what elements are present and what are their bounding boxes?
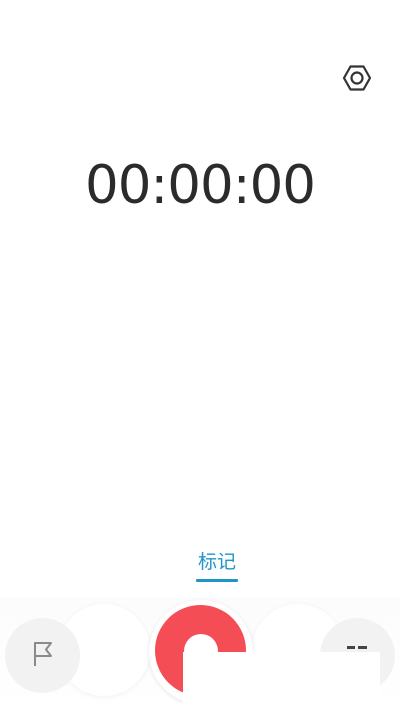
timer-display: 00:00:00 (84, 155, 316, 216)
mark-tab-underline (196, 579, 238, 582)
overlay-panel (183, 652, 380, 710)
flag-icon (29, 639, 57, 673)
settings-button[interactable] (338, 61, 376, 99)
mark-tab[interactable]: 标记 (176, 548, 258, 576)
flag-button[interactable] (5, 618, 80, 693)
settings-gear-icon (340, 61, 374, 99)
